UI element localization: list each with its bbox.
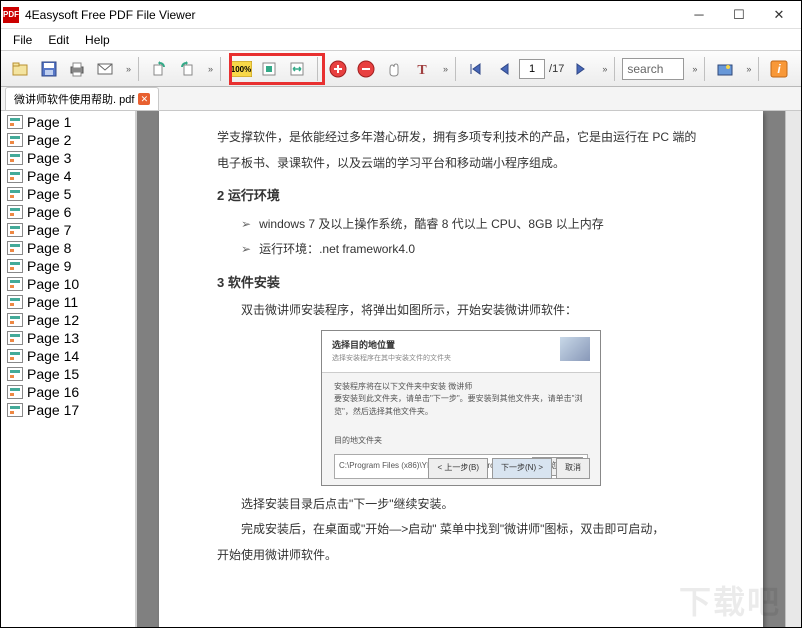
toolbar-overflow-6[interactable]: » <box>743 64 754 74</box>
doc-heading: 3 软件安装 <box>217 271 705 294</box>
page-thumb-icon <box>7 241 23 255</box>
print-button[interactable] <box>64 56 90 82</box>
sidebar-page-6[interactable]: Page 6 <box>3 203 133 221</box>
page-thumb-icon <box>7 403 23 417</box>
zoom-in-button[interactable] <box>325 56 351 82</box>
sidebar-page-2[interactable]: Page 2 <box>3 131 133 149</box>
sidebar-page-17[interactable]: Page 17 <box>3 401 133 419</box>
email-button[interactable] <box>92 56 118 82</box>
page-thumb-icon <box>7 223 23 237</box>
svg-text:100%: 100% <box>231 65 251 74</box>
page-thumb-icon <box>7 313 23 327</box>
text-select-button[interactable]: T <box>409 56 435 82</box>
tab-filename: 微讲师软件使用帮助. pdf <box>14 91 134 107</box>
page-thumb-icon <box>7 349 23 363</box>
sidebar-page-15[interactable]: Page 15 <box>3 365 133 383</box>
page-thumb-icon <box>7 331 23 345</box>
page-thumb-icon <box>7 295 23 309</box>
first-page-button[interactable] <box>463 56 489 82</box>
page-thumb-icon <box>7 187 23 201</box>
snapshot-button[interactable] <box>712 56 738 82</box>
doc-text: 开始使用微讲师软件。 <box>217 545 705 567</box>
page-thumbnails-sidebar[interactable]: Page 1 Page 2 Page 3 Page 4 Page 5 Page … <box>1 111 137 627</box>
fit-width-button[interactable] <box>284 56 310 82</box>
next-page-button[interactable] <box>568 56 594 82</box>
vertical-scrollbar[interactable] <box>785 111 801 627</box>
toolbar: » » 100% T » /17 » » » i <box>1 51 801 87</box>
save-button[interactable] <box>36 56 62 82</box>
open-button[interactable] <box>8 56 34 82</box>
toolbar-overflow-2[interactable]: » <box>205 64 216 74</box>
maximize-button[interactable]: ☐ <box>719 2 759 28</box>
app-icon: PDF <box>3 7 19 23</box>
page-thumb-icon <box>7 385 23 399</box>
doc-text: 电子板书、录课软件，以及云端的学习平台和移动端小程序组成。 <box>217 153 705 175</box>
svg-text:T: T <box>417 63 427 77</box>
doc-heading: 2 运行环境 <box>217 184 705 207</box>
menubar: File Edit Help <box>1 29 801 51</box>
document-viewport[interactable]: 学支撑软件，是依能经过多年潜心研发，拥有多项专利技术的产品，它是由运行在 PC … <box>137 111 785 627</box>
sidebar-page-5[interactable]: Page 5 <box>3 185 133 203</box>
page-number-input[interactable] <box>519 59 545 79</box>
page-thumb-icon <box>7 151 23 165</box>
menu-help[interactable]: Help <box>77 31 118 49</box>
sidebar-page-13[interactable]: Page 13 <box>3 329 133 347</box>
minimize-button[interactable]: ─ <box>679 2 719 28</box>
installer-screenshot: 选择目的地位置 选择安装程序在其中安装文件的文件夹 安装程序将在以下文件夹中安装… <box>321 330 601 486</box>
fit-page-button[interactable] <box>256 56 282 82</box>
doc-text: 完成安装后，在桌面或"开始—>启动" 菜单中找到"微讲师"图标，双击即可启动， <box>217 519 705 541</box>
sidebar-page-4[interactable]: Page 4 <box>3 167 133 185</box>
doc-text: 双击微讲师安装程序，将弹出如图所示，开始安装微讲师软件： <box>217 300 705 322</box>
toolbar-overflow-5[interactable]: » <box>689 64 700 74</box>
menu-file[interactable]: File <box>5 31 40 49</box>
toolbar-overflow-3[interactable]: » <box>440 64 451 74</box>
page-thumb-icon <box>7 133 23 147</box>
titlebar: PDF 4Easysoft Free PDF File Viewer ─ ☐ ✕ <box>1 1 801 29</box>
doc-text: 选择安装目录后点击"下一步"继续安装。 <box>217 494 705 516</box>
search-input[interactable] <box>622 58 684 80</box>
sidebar-page-7[interactable]: Page 7 <box>3 221 133 239</box>
about-button[interactable]: i <box>766 56 792 82</box>
window-title: 4Easysoft Free PDF File Viewer <box>25 8 679 22</box>
sidebar-page-1[interactable]: Page 1 <box>3 113 133 131</box>
doc-text: 学支撑软件，是依能经过多年潜心研发，拥有多项专利技术的产品，它是由运行在 PC … <box>217 127 705 149</box>
page-thumb-icon <box>7 205 23 219</box>
sidebar-page-8[interactable]: Page 8 <box>3 239 133 257</box>
doc-bullet: 运行环境：.net framework4.0 <box>217 239 705 261</box>
tabbar: 微讲师软件使用帮助. pdf ✕ <box>1 87 801 111</box>
page-thumb-icon <box>7 277 23 291</box>
page-thumb-icon <box>7 169 23 183</box>
toolbar-overflow-4[interactable]: » <box>599 64 610 74</box>
sidebar-page-10[interactable]: Page 10 <box>3 275 133 293</box>
page-thumb-icon <box>7 115 23 129</box>
zoom-out-button[interactable] <box>353 56 379 82</box>
zoom-100-button[interactable]: 100% <box>228 56 254 82</box>
rotate-right-button[interactable] <box>174 56 200 82</box>
page-total-label: /17 <box>547 63 566 75</box>
toolbar-overflow-1[interactable]: » <box>123 64 134 74</box>
close-button[interactable]: ✕ <box>759 2 799 28</box>
menu-edit[interactable]: Edit <box>40 31 77 49</box>
pdf-page: 学支撑软件，是依能经过多年潜心研发，拥有多项专利技术的产品，它是由运行在 PC … <box>159 111 763 627</box>
sidebar-page-14[interactable]: Page 14 <box>3 347 133 365</box>
sidebar-page-12[interactable]: Page 12 <box>3 311 133 329</box>
sidebar-page-16[interactable]: Page 16 <box>3 383 133 401</box>
workspace: Page 1 Page 2 Page 3 Page 4 Page 5 Page … <box>1 111 801 627</box>
page-thumb-icon <box>7 259 23 273</box>
hand-tool-button[interactable] <box>381 56 407 82</box>
prev-page-button[interactable] <box>491 56 517 82</box>
rotate-left-button[interactable] <box>146 56 172 82</box>
sidebar-page-11[interactable]: Page 11 <box>3 293 133 311</box>
tab-close-button[interactable]: ✕ <box>138 93 150 105</box>
document-tab[interactable]: 微讲师软件使用帮助. pdf ✕ <box>5 87 159 110</box>
doc-bullet: windows 7 及以上操作系统，酷睿 8 代以上 CPU、8GB 以上内存 <box>217 214 705 236</box>
page-thumb-icon <box>7 367 23 381</box>
sidebar-page-9[interactable]: Page 9 <box>3 257 133 275</box>
sidebar-page-3[interactable]: Page 3 <box>3 149 133 167</box>
